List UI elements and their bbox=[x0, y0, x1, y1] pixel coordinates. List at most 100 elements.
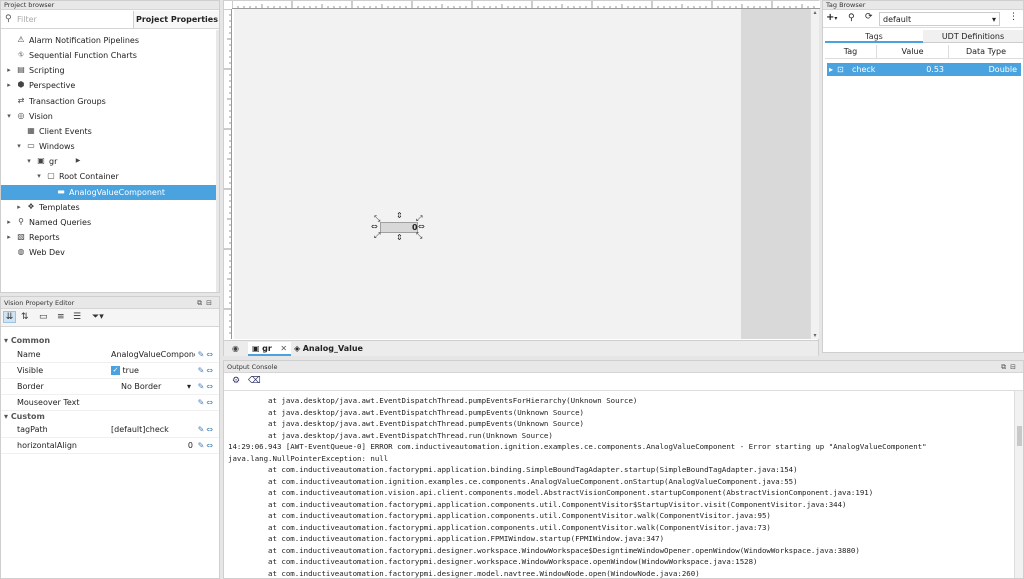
border-select[interactable]: No Border ▾ bbox=[111, 379, 195, 395]
project-properties-button[interactable]: Project Properties bbox=[133, 11, 219, 28]
resize-handle-w[interactable]: ⇔ bbox=[371, 222, 378, 231]
ruler-left-ticks bbox=[224, 9, 231, 334]
edit-binding-icon[interactable]: ✎⇔ bbox=[198, 363, 215, 379]
chevron-right-icon[interactable]: ▸ bbox=[5, 230, 13, 245]
prop-row-halign[interactable]: horizontalAlign 0 ✎⇔ bbox=[1, 438, 219, 454]
panel-controls[interactable]: ⧉⊟ bbox=[1001, 361, 1020, 373]
tree-item[interactable]: ▾ ▭ Windows bbox=[1, 139, 219, 154]
alarm-pipeline-icon: ⚠ bbox=[17, 35, 25, 44]
edit-binding-icon[interactable]: ✎⇔ bbox=[198, 422, 215, 438]
canvas-gutter bbox=[741, 9, 810, 339]
prop-row-border[interactable]: Border No Border ▾ ✎⇔ bbox=[1, 379, 219, 395]
console-output[interactable]: at java.desktop/java.awt.EventDispatchTh… bbox=[224, 395, 1012, 578]
column-header-tag[interactable]: Tag bbox=[825, 45, 877, 59]
tag-icon: ⊡ bbox=[837, 65, 844, 74]
tree-item[interactable]: ▸ ❖ Templates bbox=[1, 200, 219, 215]
scroll-up-icon[interactable]: ▴ bbox=[811, 9, 819, 16]
window-tab-gr[interactable]: ▣ gr ✕ bbox=[248, 342, 292, 356]
tree-item[interactable]: ▸ ▧ Reports bbox=[1, 230, 219, 245]
edit-binding-icon[interactable]: ✎⇔ bbox=[198, 438, 215, 454]
table-row[interactable]: ▸ ⊡ check 0.53 Double bbox=[827, 63, 1021, 76]
edit-binding-icon[interactable]: ✎⇔ bbox=[198, 395, 215, 411]
tree-item-label: Vision bbox=[29, 111, 53, 121]
sort-categorized-icon[interactable]: ⇊ bbox=[3, 311, 16, 323]
scroll-down-icon[interactable]: ▾ bbox=[811, 332, 819, 339]
filter-all-icon[interactable]: ☰ bbox=[73, 312, 81, 322]
chevron-right-icon[interactable]: ▸ bbox=[15, 200, 23, 215]
prop-row-tagpath[interactable]: tagPath [default]check ✎⇔ bbox=[1, 422, 219, 438]
resize-handle-sw[interactable]: ⤢ bbox=[374, 231, 380, 241]
tree-item[interactable]: ▾ ▢ Root Container bbox=[1, 169, 219, 184]
window-tab-analog-value[interactable]: ◈ Analog_Value bbox=[290, 342, 367, 356]
chevron-down-icon[interactable]: ▾ bbox=[15, 139, 23, 154]
filter-basic-icon[interactable]: ▭ bbox=[39, 312, 48, 322]
tree-scrollbar[interactable] bbox=[216, 30, 219, 292]
column-header-data-type[interactable]: Data Type bbox=[949, 45, 1023, 59]
tree-item-label: Root Container bbox=[59, 172, 119, 182]
chevron-down-icon: ▾ bbox=[186, 382, 191, 391]
section-common[interactable]: ▾ Common bbox=[1, 335, 219, 347]
tab-udt-definitions[interactable]: UDT Definitions bbox=[923, 30, 1023, 43]
eye-icon[interactable]: ◉ bbox=[232, 344, 239, 353]
chevron-right-icon[interactable]: ▸ bbox=[5, 78, 13, 93]
resize-handle-se[interactable]: ⤡ bbox=[416, 231, 422, 241]
prop-row-name[interactable]: Name AnalogValueComponent ✎⇔ bbox=[1, 347, 219, 363]
tab-tags[interactable]: Tags bbox=[825, 30, 923, 43]
edit-binding-icon[interactable]: ✎⇔ bbox=[198, 379, 215, 395]
prop-visible-value[interactable]: ✓ true bbox=[111, 363, 195, 379]
chevron-down-icon[interactable]: ▾ bbox=[25, 154, 33, 169]
tree-item[interactable]: ◍ Web Dev bbox=[1, 245, 219, 260]
tree-item[interactable]: ▾ ▣ ▶ gr bbox=[1, 154, 219, 169]
clear-console-icon[interactable]: ⌫ bbox=[248, 376, 261, 386]
tree-item[interactable]: ⛗ Sequential Function Charts bbox=[1, 48, 219, 63]
console-scroll-thumb[interactable] bbox=[1017, 426, 1022, 446]
tree-item[interactable]: ▸ ⬢ Perspective bbox=[1, 78, 219, 93]
tree-item[interactable]: ▸ ⚲ Named Queries bbox=[1, 215, 219, 230]
chevron-right-icon[interactable]: ▸ bbox=[5, 215, 13, 230]
chevron-down-icon[interactable]: ▾ bbox=[5, 109, 13, 124]
sort-alpha-icon[interactable]: ⇅ bbox=[21, 312, 29, 322]
sfc-icon: ⛗ bbox=[17, 50, 25, 60]
resize-handle-s[interactable]: ⇕ bbox=[396, 233, 403, 242]
resize-handle-n[interactable]: ⇕ bbox=[396, 211, 403, 220]
visible-checkbox[interactable]: ✓ bbox=[111, 366, 120, 375]
resize-handle-e[interactable]: ⇔ bbox=[418, 222, 425, 231]
close-icon[interactable]: ✕ bbox=[280, 344, 287, 353]
more-options-icon[interactable]: ⋮ bbox=[1009, 12, 1018, 22]
edit-binding-icon[interactable]: ✎⇔ bbox=[198, 347, 215, 363]
windows-folder-icon: ▭ bbox=[27, 141, 35, 151]
prop-halign-value[interactable]: 0 bbox=[111, 438, 195, 454]
tree-item-label: gr bbox=[49, 157, 58, 167]
analog-value-component[interactable]: 0 ⤡ ⇕ ⤢ ⇔ ⇔ ⤢ ⇕ ⤡ bbox=[371, 211, 425, 242]
tree-item[interactable]: ▦ Client Events bbox=[1, 124, 219, 139]
prop-row-mouseover[interactable]: Mouseover Text ✎⇔ bbox=[1, 395, 219, 411]
tree-item[interactable]: ▾ ◎ Vision bbox=[1, 109, 219, 124]
tree-item[interactable]: ▬ AnalogValueComponent bbox=[1, 184, 219, 200]
chevron-down-icon[interactable]: ▾ bbox=[35, 169, 43, 184]
search-icon[interactable]: ⚲ bbox=[848, 13, 855, 23]
prop-tagpath-value[interactable]: [default]check bbox=[111, 422, 195, 438]
panel-controls[interactable]: ⧉⊟ bbox=[197, 297, 216, 309]
tag-browser-title: Tag Browser bbox=[823, 1, 1023, 10]
filter-levels-icon[interactable]: ⚙ bbox=[232, 376, 240, 386]
prop-row-visible[interactable]: Visible ✓ true ✎⇔ bbox=[1, 363, 219, 379]
prop-name-value[interactable]: AnalogValueComponent bbox=[111, 347, 195, 363]
console-scrollbar[interactable] bbox=[1014, 391, 1023, 578]
tree-item[interactable]: ▸ ▤ Scripting bbox=[1, 63, 219, 78]
filter-input[interactable]: ⚲ Filter bbox=[3, 13, 129, 26]
visible-checkbox-label: true bbox=[122, 366, 139, 375]
filter-standard-icon[interactable]: ≡ bbox=[57, 312, 65, 322]
tree-item[interactable]: ⚠ Alarm Notification Pipelines bbox=[1, 33, 219, 48]
chevron-right-icon[interactable]: ▸ bbox=[5, 63, 13, 78]
column-header-value[interactable]: Value bbox=[877, 45, 949, 59]
tree-item[interactable]: ⇄ Transaction Groups bbox=[1, 94, 219, 109]
funnel-icon[interactable]: ⏷▾ bbox=[92, 312, 104, 322]
window-canvas[interactable] bbox=[234, 9, 741, 339]
provider-select[interactable]: default ▾ bbox=[879, 12, 1000, 26]
expand-icon[interactable]: ▸ bbox=[829, 63, 833, 76]
add-tag-icon[interactable]: +▾ bbox=[826, 12, 837, 23]
tree-item-label: Client Events bbox=[39, 126, 92, 136]
prop-visible-label: Visible bbox=[17, 366, 44, 375]
refresh-icon[interactable]: ⟳ bbox=[865, 12, 873, 22]
workspace-scrollbar[interactable]: ▴ ▾ bbox=[810, 9, 819, 339]
